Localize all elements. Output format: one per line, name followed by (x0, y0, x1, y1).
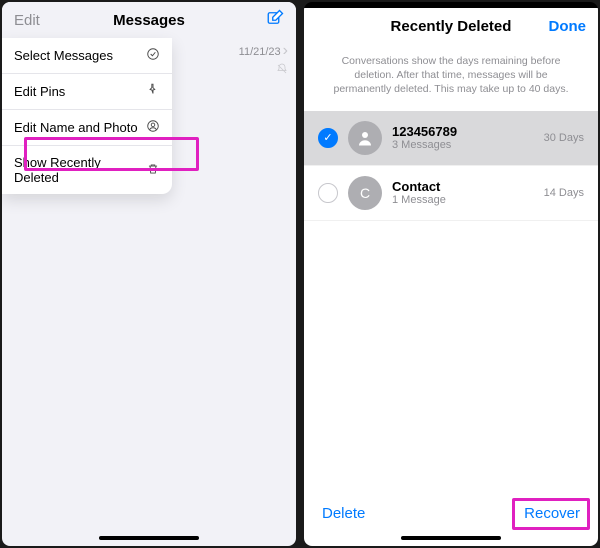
phone-left-messages: Edit Messages 11/21/23› Select Messages … (2, 2, 296, 546)
days-remaining: 14 Days (544, 187, 584, 199)
pin-icon (146, 83, 160, 100)
conversation-sub: 1 Message (392, 194, 534, 206)
trash-icon (146, 162, 160, 179)
recently-deleted-header: Recently Deleted Done (304, 8, 598, 44)
conversation-info: Contact 1 Message (392, 179, 534, 206)
menu-item-label: Select Messages (14, 48, 113, 63)
page-title: Recently Deleted (391, 18, 512, 35)
edit-button[interactable]: Edit (14, 12, 60, 29)
home-indicator[interactable] (99, 536, 199, 540)
select-radio[interactable]: ✓ (318, 128, 338, 148)
menu-show-recently-deleted[interactable]: Show Recently Deleted (2, 146, 172, 194)
conversation-date: 11/21/23 (239, 46, 281, 58)
menu-item-label: Edit Pins (14, 84, 65, 99)
checkmark-circle-icon (146, 47, 160, 64)
info-text: Conversations show the days remaining be… (304, 44, 598, 111)
menu-item-label: Show Recently Deleted (14, 155, 146, 185)
avatar (348, 121, 382, 155)
person-circle-icon (146, 119, 160, 136)
delete-button[interactable]: Delete (322, 505, 365, 522)
conversation-name: 123456789 (392, 124, 534, 139)
page-title: Messages (113, 12, 185, 29)
home-indicator[interactable] (401, 536, 501, 540)
mute-icon (218, 62, 288, 80)
empty-area (304, 221, 598, 495)
menu-item-label: Edit Name and Photo (14, 120, 138, 135)
days-remaining: 30 Days (544, 132, 584, 144)
conversation-info: 123456789 3 Messages (392, 124, 534, 151)
chevron-right-icon: › (283, 42, 288, 59)
done-button[interactable]: Done (540, 18, 586, 35)
select-radio[interactable] (318, 183, 338, 203)
conversation-row[interactable]: ✓ 123456789 3 Messages 30 Days (304, 111, 598, 166)
phone-right-recently-deleted: Recently Deleted Done Conversations show… (304, 2, 598, 546)
recover-button[interactable]: Recover (524, 505, 580, 522)
conversation-row[interactable]: C Contact 1 Message 14 Days (304, 166, 598, 221)
menu-edit-pins[interactable]: Edit Pins (2, 74, 172, 110)
menu-select-messages[interactable]: Select Messages (2, 38, 172, 74)
messages-header: Edit Messages (2, 2, 296, 38)
menu-edit-name-photo[interactable]: Edit Name and Photo (2, 110, 172, 146)
avatar: C (348, 176, 382, 210)
compose-button[interactable] (238, 9, 284, 31)
conversation-sub: 3 Messages (392, 139, 534, 151)
conversation-name: Contact (392, 179, 534, 194)
conversation-date-col: 11/21/23› (218, 42, 288, 80)
overflow-menu: Select Messages Edit Pins Edit Name and … (2, 38, 172, 194)
